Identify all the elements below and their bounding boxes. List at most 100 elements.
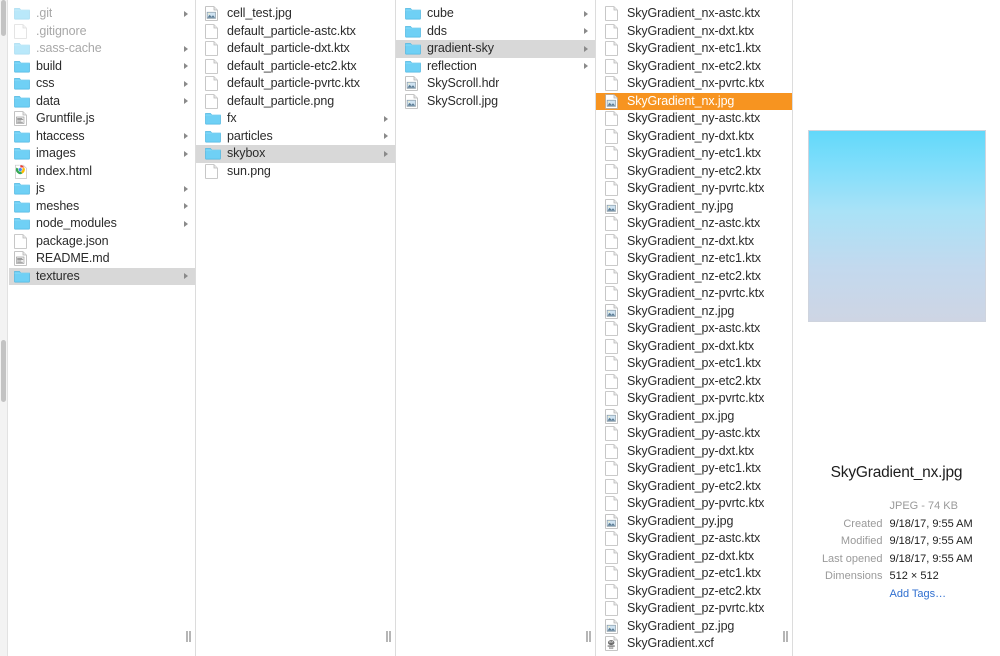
file-row[interactable]: default_particle-astc.ktx — [196, 23, 395, 41]
column-resize-handle[interactable] — [586, 631, 592, 642]
metadata-row: Last opened 9/18/17, 9:55 AM — [804, 551, 990, 569]
file-row[interactable]: SkyGradient_py-etc2.ktx — [596, 478, 792, 496]
file-row[interactable]: SkyGradient_pz-etc1.ktx — [596, 565, 792, 583]
column-gradient-sky-list: SkyGradient_nx-astc.ktx SkyGradient_nx-dx… — [596, 0, 792, 653]
window-edge-scrollbar[interactable] — [0, 0, 8, 656]
file-row[interactable]: sun.png — [196, 163, 395, 181]
column-resize-handle[interactable] — [186, 631, 192, 642]
chevron-right-icon — [584, 28, 588, 35]
item-label: SkyGradient_ny-pvrtc.ktx — [627, 181, 765, 195]
file-row[interactable]: SkyGradient_ny-pvrtc.ktx — [596, 180, 792, 198]
file-row[interactable]: README.md — [9, 250, 195, 268]
file-row[interactable]: SkyGradient_pz-dxt.ktx — [596, 548, 792, 566]
column-resize-handle[interactable] — [783, 631, 789, 642]
folder-row[interactable]: reflection — [396, 58, 595, 76]
file-row[interactable]: SkyGradient_py-etc1.ktx — [596, 460, 792, 478]
file-row[interactable]: SkyGradient_pz-astc.ktx — [596, 530, 792, 548]
folder-row[interactable]: particles — [196, 128, 395, 146]
file-row[interactable]: SkyGradient_nx-dxt.ktx — [596, 23, 792, 41]
file-row[interactable]: SkyGradient_nz.jpg — [596, 303, 792, 321]
file-row[interactable]: .gitignore — [9, 23, 195, 41]
folder-row[interactable]: data — [9, 93, 195, 111]
folder-row[interactable]: htaccess — [9, 128, 195, 146]
file-row[interactable]: SkyGradient_ny-etc1.ktx — [596, 145, 792, 163]
file-row[interactable]: package.json — [9, 233, 195, 251]
folder-row[interactable]: .sass-cache — [9, 40, 195, 58]
folder-row[interactable]: textures — [9, 267, 195, 285]
file-row[interactable]: SkyScroll.hdr — [396, 75, 595, 93]
file-row[interactable]: SkyGradient_py-dxt.ktx — [596, 443, 792, 461]
chevron-right-icon — [184, 80, 188, 87]
file-row[interactable]: SkyGradient_nz-pvrtc.ktx — [596, 285, 792, 303]
folder-row[interactable]: images — [9, 145, 195, 163]
item-label: SkyGradient_pz-etc1.ktx — [627, 566, 761, 580]
document-icon — [205, 23, 221, 39]
file-row[interactable]: SkyGradient_ny-astc.ktx — [596, 110, 792, 128]
file-row[interactable]: SkyGradient_nz-astc.ktx — [596, 215, 792, 233]
item-label: reflection — [427, 58, 477, 73]
file-row[interactable]: default_particle-etc2.ktx — [196, 58, 395, 76]
file-row[interactable]: Gruntfile.js — [9, 110, 195, 128]
folder-row[interactable]: node_modules — [9, 215, 195, 233]
item-label: build — [36, 58, 62, 73]
file-row[interactable]: SkyGradient_px-astc.ktx — [596, 320, 792, 338]
finder-column-gradient-sky[interactable]: SkyGradient_nx-astc.ktx SkyGradient_nx-dx… — [596, 0, 793, 656]
file-row[interactable]: SkyGradient_nx.jpg — [596, 92, 792, 110]
file-row[interactable]: SkyGradient_ny-etc2.ktx — [596, 163, 792, 181]
scrollbar-thumb-upper[interactable] — [1, 0, 6, 36]
folder-row[interactable]: build — [9, 58, 195, 76]
file-row[interactable]: SkyGradient_py-pvrtc.ktx — [596, 495, 792, 513]
file-row[interactable]: SkyGradient_nz-etc2.ktx — [596, 268, 792, 286]
chevron-right-icon — [184, 150, 188, 157]
file-row[interactable]: SkyGradient_px-dxt.ktx — [596, 338, 792, 356]
file-row[interactable]: SkyGradient_px-etc2.ktx — [596, 373, 792, 391]
file-row[interactable]: SkyGradient_px-pvrtc.ktx — [596, 390, 792, 408]
item-label: meshes — [36, 198, 80, 213]
folder-row[interactable]: .git — [9, 5, 195, 23]
finder-column-textures[interactable]: cell_test.jpg default_particle-astc.ktx de… — [196, 0, 396, 656]
file-row[interactable]: default_particle.png — [196, 93, 395, 111]
chevron-right-icon — [184, 273, 188, 280]
folder-row[interactable]: cube — [396, 5, 595, 23]
item-label: SkyGradient_py-astc.ktx — [627, 426, 761, 440]
file-row[interactable]: SkyGradient.xcf — [596, 635, 792, 653]
file-row[interactable]: SkyGradient_pz-pvrtc.ktx — [596, 600, 792, 618]
file-row[interactable]: SkyGradient_nx-etc2.ktx — [596, 58, 792, 76]
column-resize-handle[interactable] — [386, 631, 392, 642]
document-icon — [605, 461, 621, 477]
file-row[interactable]: SkyGradient_px-etc1.ktx — [596, 355, 792, 373]
file-row[interactable]: cell_test.jpg — [196, 5, 395, 23]
file-row[interactable]: SkyGradient_px.jpg — [596, 408, 792, 426]
file-row[interactable]: index.html — [9, 163, 195, 181]
file-row[interactable]: SkyGradient_ny.jpg — [596, 198, 792, 216]
file-row[interactable]: SkyGradient_nz-dxt.ktx — [596, 233, 792, 251]
file-row[interactable]: default_particle-pvrtc.ktx — [196, 75, 395, 93]
folder-row[interactable]: js — [9, 180, 195, 198]
item-label: dds — [427, 23, 447, 38]
file-row[interactable]: SkyGradient_nz-etc1.ktx — [596, 250, 792, 268]
file-row[interactable]: SkyGradient_nx-pvrtc.ktx — [596, 75, 792, 93]
scrollbar-thumb-lower[interactable] — [1, 340, 6, 402]
folder-row[interactable]: skybox — [196, 145, 395, 163]
file-row[interactable]: SkyGradient_py.jpg — [596, 513, 792, 531]
file-row[interactable]: SkyGradient_py-astc.ktx — [596, 425, 792, 443]
folder-row[interactable]: meshes — [9, 198, 195, 216]
file-row[interactable]: SkyGradient_pz.jpg — [596, 618, 792, 636]
file-row[interactable]: SkyGradient_pz-etc2.ktx — [596, 583, 792, 601]
item-label: SkyGradient_px-etc1.ktx — [627, 356, 761, 370]
file-row[interactable]: SkyGradient_ny-dxt.ktx — [596, 128, 792, 146]
document-icon — [605, 111, 621, 127]
folder-row[interactable]: fx — [196, 110, 395, 128]
file-row[interactable]: SkyGradient_nx-etc1.ktx — [596, 40, 792, 58]
finder-column-project-root[interactable]: .git .gitignore .sass-cache build css data Gru… — [0, 0, 196, 656]
folder-row[interactable]: css — [9, 75, 195, 93]
folder-row[interactable]: dds — [396, 23, 595, 41]
add-tags-link[interactable]: Add Tags… — [890, 586, 947, 604]
file-row[interactable]: SkyGradient_nx-astc.ktx — [596, 5, 792, 23]
file-row[interactable]: default_particle-dxt.ktx — [196, 40, 395, 58]
folder-row[interactable]: gradient-sky — [396, 40, 595, 58]
item-label: SkyGradient_nx-pvrtc.ktx — [627, 76, 765, 90]
document-icon — [605, 268, 621, 284]
file-row[interactable]: SkyScroll.jpg — [396, 93, 595, 111]
finder-column-skybox[interactable]: cube dds gradient-sky reflection SkyScroll.h… — [396, 0, 596, 656]
